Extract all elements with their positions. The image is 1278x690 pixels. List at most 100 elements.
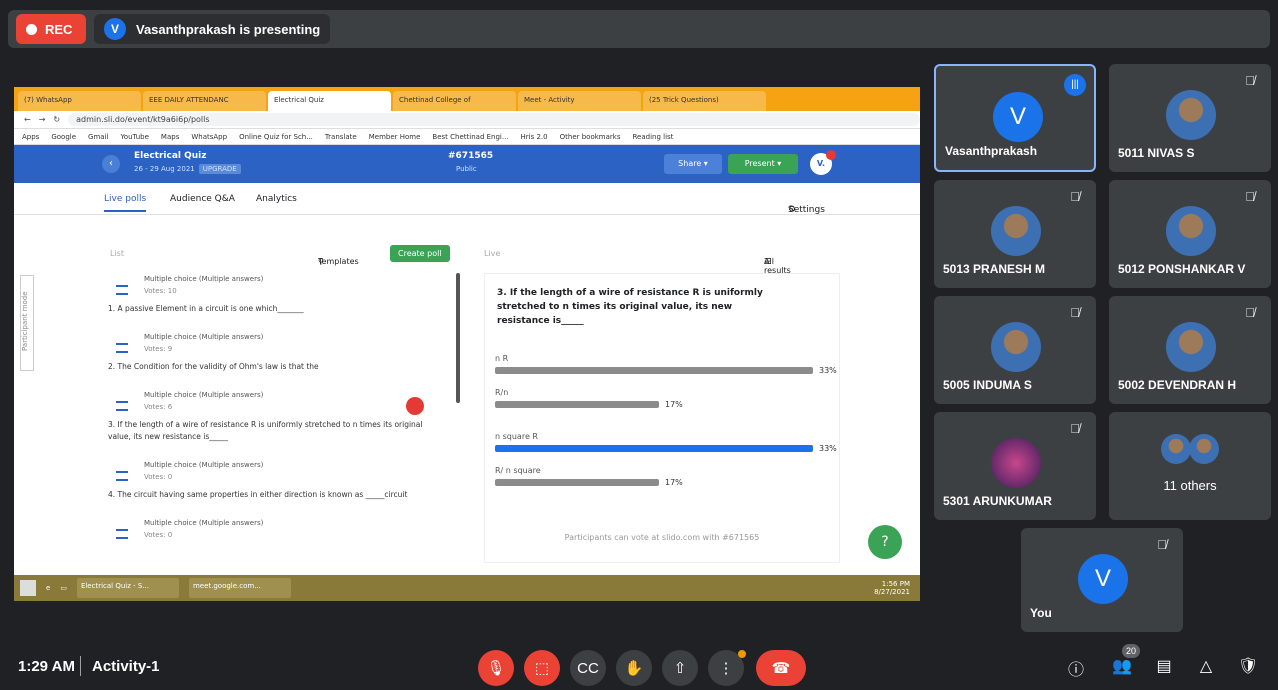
people-icon[interactable]: 👥 bbox=[1110, 656, 1134, 680]
browser-tab[interactable]: (7) WhatsApp bbox=[18, 91, 141, 111]
bookmarks-bar: Apps Google Gmail YouTube Maps WhatsApp … bbox=[14, 129, 920, 145]
slido-subnav: Live polls Audience Q&A Analytics ⚙ Sett… bbox=[14, 183, 920, 215]
mic-off-icon: 🎙̸ bbox=[1157, 537, 1167, 552]
presenter-banner: V Vasanthprakash is presenting bbox=[94, 14, 331, 44]
upgrade-badge[interactable]: UPGRADE bbox=[198, 164, 241, 174]
camera-off-button[interactable]: ⬚ bbox=[524, 650, 560, 686]
top-bar: REC V Vasanthprakash is presenting bbox=[8, 10, 1270, 48]
participant-tile[interactable]: 🎙̸ 5301 ARUNKUMAR bbox=[934, 412, 1096, 520]
mic-off-icon: 🎙̸ bbox=[1245, 305, 1255, 320]
participant-tile[interactable]: 🎙̸ 5012 PONSHANKAR V bbox=[1109, 180, 1271, 288]
bookmark[interactable]: Apps bbox=[22, 133, 39, 141]
bookmark[interactable]: Gmail bbox=[88, 133, 108, 141]
taskbar-app[interactable]: meet.google.com... bbox=[188, 578, 291, 598]
browser-tab[interactable]: Chettinad College of bbox=[393, 91, 516, 111]
bookmark[interactable]: Hris 2.0 bbox=[521, 133, 548, 141]
present-screen-button[interactable]: ⇧ bbox=[662, 650, 698, 686]
option-label: n R bbox=[495, 354, 509, 363]
people-count-badge: 20 bbox=[1122, 644, 1140, 658]
bookmark[interactable]: Translate bbox=[325, 133, 357, 141]
poll-option: n square R 33% bbox=[495, 432, 837, 453]
poll-item[interactable]: Multiple choice (Multiple answers) Votes:… bbox=[114, 517, 454, 575]
bookmark[interactable]: Best Chettinad Engi... bbox=[432, 133, 508, 141]
participant-tile[interactable]: V ||| Vasanthprakash bbox=[934, 64, 1096, 172]
mic-off-icon: 🎙̸ bbox=[1070, 189, 1080, 204]
browser-tab[interactable]: EEE DAILY ATTENDANC bbox=[143, 91, 266, 111]
poll-item-active[interactable]: Multiple choice (Multiple answers) Votes:… bbox=[108, 389, 454, 459]
info-icon[interactable]: ⓘ bbox=[1064, 656, 1088, 680]
divider bbox=[80, 656, 81, 676]
participant-tile[interactable]: 🎙̸ 5013 PRANESH M bbox=[934, 180, 1096, 288]
bookmark[interactable]: Google bbox=[51, 133, 76, 141]
poll-option: R/n 17% bbox=[495, 388, 835, 409]
back-button[interactable]: ‹ bbox=[102, 155, 120, 173]
browser-tab[interactable]: (25 Trick Questions) bbox=[643, 91, 766, 111]
stop-poll-icon[interactable] bbox=[406, 397, 424, 415]
option-label: R/n bbox=[495, 388, 509, 397]
address-bar: ← → ↻ admin.sli.do/event/kt9a6i6p/polls bbox=[14, 111, 920, 129]
tab-analytics[interactable]: Analytics bbox=[256, 194, 297, 204]
taskbar-app[interactable]: Electrical Quiz - S... bbox=[76, 578, 179, 598]
activities-icon[interactable]: △ bbox=[1194, 656, 1218, 680]
participant-tile[interactable]: 🎙̸ 5002 DEVENDRAN H bbox=[1109, 296, 1271, 404]
notification-dot bbox=[738, 650, 746, 658]
others-tile[interactable]: 11 others bbox=[1109, 412, 1271, 520]
reload-icon[interactable]: ↻ bbox=[53, 115, 60, 124]
browser-tab-active[interactable]: Electrical Quiz bbox=[268, 91, 391, 111]
avatar bbox=[991, 322, 1041, 372]
ie-icon[interactable]: e bbox=[46, 584, 50, 592]
presenter-avatar: V bbox=[104, 18, 126, 40]
event-name: Electrical Quiz bbox=[134, 151, 207, 161]
participant-tile[interactable]: 🎙̸ 5011 NIVAS S bbox=[1109, 64, 1271, 172]
self-tile[interactable]: V 🎙̸ You bbox=[1021, 528, 1183, 632]
option-percent: 17% bbox=[665, 400, 683, 409]
host-controls-icon[interactable]: 🛡 bbox=[1236, 656, 1260, 680]
tab-live-polls[interactable]: Live polls bbox=[104, 194, 147, 212]
participant-mode-tab[interactable]: Participant mode bbox=[20, 275, 34, 371]
taskbar-clock: 1:56 PM 8/27/2021 bbox=[874, 580, 910, 596]
mic-off-icon: 🎙̸ bbox=[1245, 73, 1255, 88]
leave-call-button[interactable]: ☎ bbox=[756, 650, 806, 686]
help-button[interactable]: ? bbox=[868, 525, 902, 559]
bookmark[interactable]: Member Home bbox=[369, 133, 421, 141]
bookmark[interactable]: Reading list bbox=[632, 133, 673, 141]
bookmark[interactable]: Maps bbox=[161, 133, 179, 141]
url-input[interactable]: admin.sli.do/event/kt9a6i6p/polls bbox=[68, 113, 920, 126]
poll-item[interactable]: Multiple choice (Multiple answers) Votes:… bbox=[108, 331, 454, 389]
create-poll-button[interactable]: Create poll bbox=[390, 245, 450, 262]
poll-icon bbox=[116, 529, 128, 539]
meeting-name: Activity-1 bbox=[92, 658, 160, 675]
chat-icon[interactable]: ▤ bbox=[1152, 656, 1176, 680]
bookmark[interactable]: Other bookmarks bbox=[560, 133, 621, 141]
folder-icon[interactable]: ▭ bbox=[60, 584, 67, 592]
option-percent: 33% bbox=[819, 444, 837, 453]
browser-tab[interactable]: Meet - Activity bbox=[518, 91, 641, 111]
avatar bbox=[991, 438, 1041, 488]
event-visibility: Public bbox=[456, 165, 477, 173]
avatar bbox=[991, 206, 1041, 256]
poll-item[interactable]: Multiple choice (Multiple answers) Votes:… bbox=[108, 273, 454, 331]
tab-audience-qa[interactable]: Audience Q&A bbox=[170, 194, 235, 204]
windows-start-icon[interactable] bbox=[20, 580, 36, 596]
share-button[interactable]: Share ▾ bbox=[664, 154, 722, 174]
present-button[interactable]: Present ▾ bbox=[728, 154, 798, 174]
recording-indicator: REC bbox=[16, 14, 86, 44]
option-bar bbox=[495, 401, 659, 408]
scrollbar[interactable] bbox=[456, 273, 460, 403]
back-icon[interactable]: ← bbox=[24, 115, 31, 124]
option-label: R/ n square bbox=[495, 466, 541, 475]
list-header: List ⚲ Templates Create poll Live ☰ All … bbox=[14, 241, 920, 275]
forward-icon[interactable]: → bbox=[39, 115, 46, 124]
avatar bbox=[1166, 90, 1216, 140]
poll-item[interactable]: Multiple choice (Multiple answers) Votes:… bbox=[108, 459, 454, 517]
participant-tile[interactable]: 🎙̸ 5005 INDUMA S bbox=[934, 296, 1096, 404]
bookmark[interactable]: YouTube bbox=[120, 133, 148, 141]
raise-hand-button[interactable]: ✋ bbox=[616, 650, 652, 686]
bookmark[interactable]: WhatsApp bbox=[191, 133, 227, 141]
record-dot-icon bbox=[26, 23, 37, 35]
mic-off-button[interactable]: 🎙 bbox=[478, 650, 514, 686]
captions-button[interactable]: CC bbox=[570, 650, 606, 686]
avatar bbox=[1166, 322, 1216, 372]
bookmark[interactable]: Online Quiz for Sch... bbox=[239, 133, 313, 141]
browser-tab-strip: (7) WhatsApp EEE DAILY ATTENDANC Electri… bbox=[14, 87, 920, 111]
